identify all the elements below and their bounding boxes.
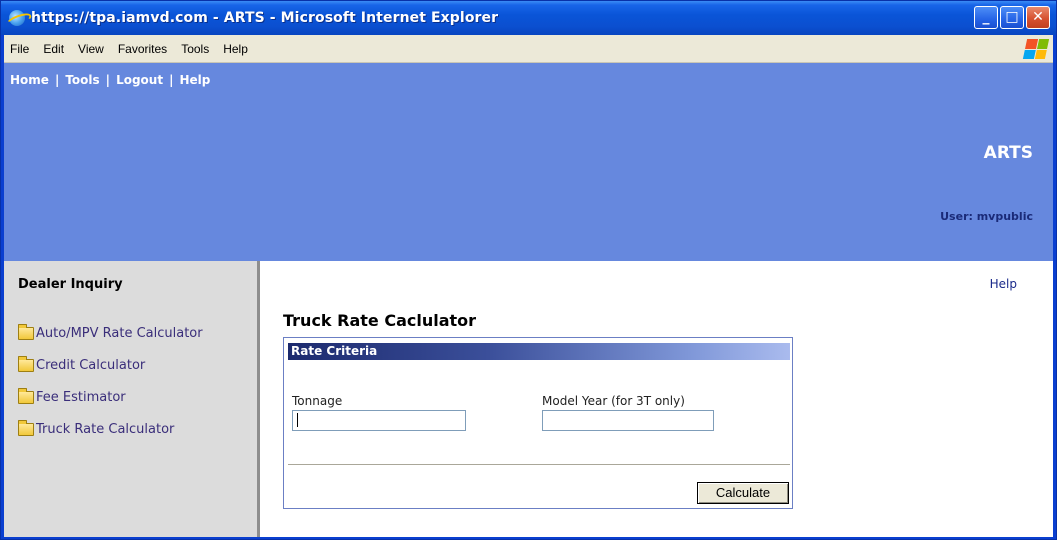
form-divider: [288, 464, 790, 466]
browser-window: https://tpa.iamvd.com - ARTS - Microsoft…: [0, 0, 1057, 540]
text-caret: [297, 413, 298, 427]
top-navigation: Home | Tools | Logout | Help: [10, 73, 210, 87]
user-label: User: mvpublic: [940, 210, 1033, 223]
sidebar-item-label[interactable]: Truck Rate Calculator: [36, 422, 174, 437]
model-year-label: Model Year (for 3T only): [542, 394, 685, 408]
page-viewport: Home | Tools | Logout | Help ARTS User: mvpubl…: [4, 63, 1053, 537]
sidebar-item-fee-estimator[interactable]: Fee Estimator: [18, 381, 203, 413]
rate-criteria-header: Rate Criteria: [288, 343, 790, 360]
app-title: ARTS: [983, 143, 1033, 163]
nav-logout-link[interactable]: Logout: [116, 73, 163, 87]
help-link[interactable]: Help: [990, 277, 1017, 291]
menu-view[interactable]: View: [71, 42, 111, 56]
minimize-button[interactable]: _: [974, 6, 998, 29]
nav-home-link[interactable]: Home: [10, 73, 49, 87]
menu-tools[interactable]: Tools: [174, 42, 216, 56]
tonnage-input[interactable]: [292, 410, 466, 431]
sidebar-item-truck-rate-calculator[interactable]: Truck Rate Calculator: [18, 413, 203, 445]
nav-separator: |: [169, 73, 174, 87]
sidebar-item-label[interactable]: Fee Estimator: [36, 390, 126, 405]
nav-tools-link[interactable]: Tools: [65, 73, 99, 87]
menu-bar: File Edit View Favorites Tools Help: [4, 35, 1053, 63]
window-title: https://tpa.iamvd.com - ARTS - Microsoft…: [31, 10, 499, 26]
close-button[interactable]: ✕: [1026, 6, 1050, 29]
tonnage-label: Tonnage: [292, 394, 343, 408]
window-controls: _ □ ✕: [974, 6, 1050, 29]
maximize-button[interactable]: □: [1000, 6, 1024, 29]
nav-separator: |: [105, 73, 111, 87]
internet-explorer-icon: [9, 10, 25, 26]
main-content: Help Truck Rate Caclulator Rate Criteria…: [263, 261, 1053, 537]
menu-file[interactable]: File: [4, 42, 36, 56]
title-bar[interactable]: https://tpa.iamvd.com - ARTS - Microsoft…: [1, 1, 1056, 35]
nav-help-link[interactable]: Help: [179, 73, 210, 87]
sidebar-list: Auto/MPV Rate Calculator Credit Calculat…: [18, 317, 203, 445]
sidebar-item-label[interactable]: Auto/MPV Rate Calculator: [36, 326, 203, 341]
page-title: Truck Rate Caclulator: [283, 311, 477, 330]
folder-icon: [18, 355, 34, 372]
folder-icon: [18, 323, 34, 340]
folder-icon: [18, 419, 34, 436]
model-year-input[interactable]: [542, 410, 714, 431]
rate-criteria-panel: Rate Criteria Tonnage Model Year (for 3T…: [283, 337, 793, 509]
sidebar-title: Dealer Inquiry: [18, 277, 123, 292]
menu-edit[interactable]: Edit: [36, 42, 71, 56]
menu-favorites[interactable]: Favorites: [111, 42, 174, 56]
page-header: Home | Tools | Logout | Help ARTS User: mvpubl…: [4, 63, 1053, 261]
sidebar: Dealer Inquiry Auto/MPV Rate Calculator …: [4, 261, 260, 537]
menu-help[interactable]: Help: [216, 42, 255, 56]
sidebar-item-auto-mpv-rate-calculator[interactable]: Auto/MPV Rate Calculator: [18, 317, 203, 349]
windows-logo-icon: [1022, 39, 1050, 59]
tonnage-field-wrap: [292, 410, 466, 431]
calculate-button[interactable]: Calculate: [697, 482, 789, 504]
sidebar-item-label[interactable]: Credit Calculator: [36, 358, 145, 373]
folder-icon: [18, 387, 34, 404]
sidebar-item-credit-calculator[interactable]: Credit Calculator: [18, 349, 203, 381]
nav-separator: |: [54, 73, 60, 87]
